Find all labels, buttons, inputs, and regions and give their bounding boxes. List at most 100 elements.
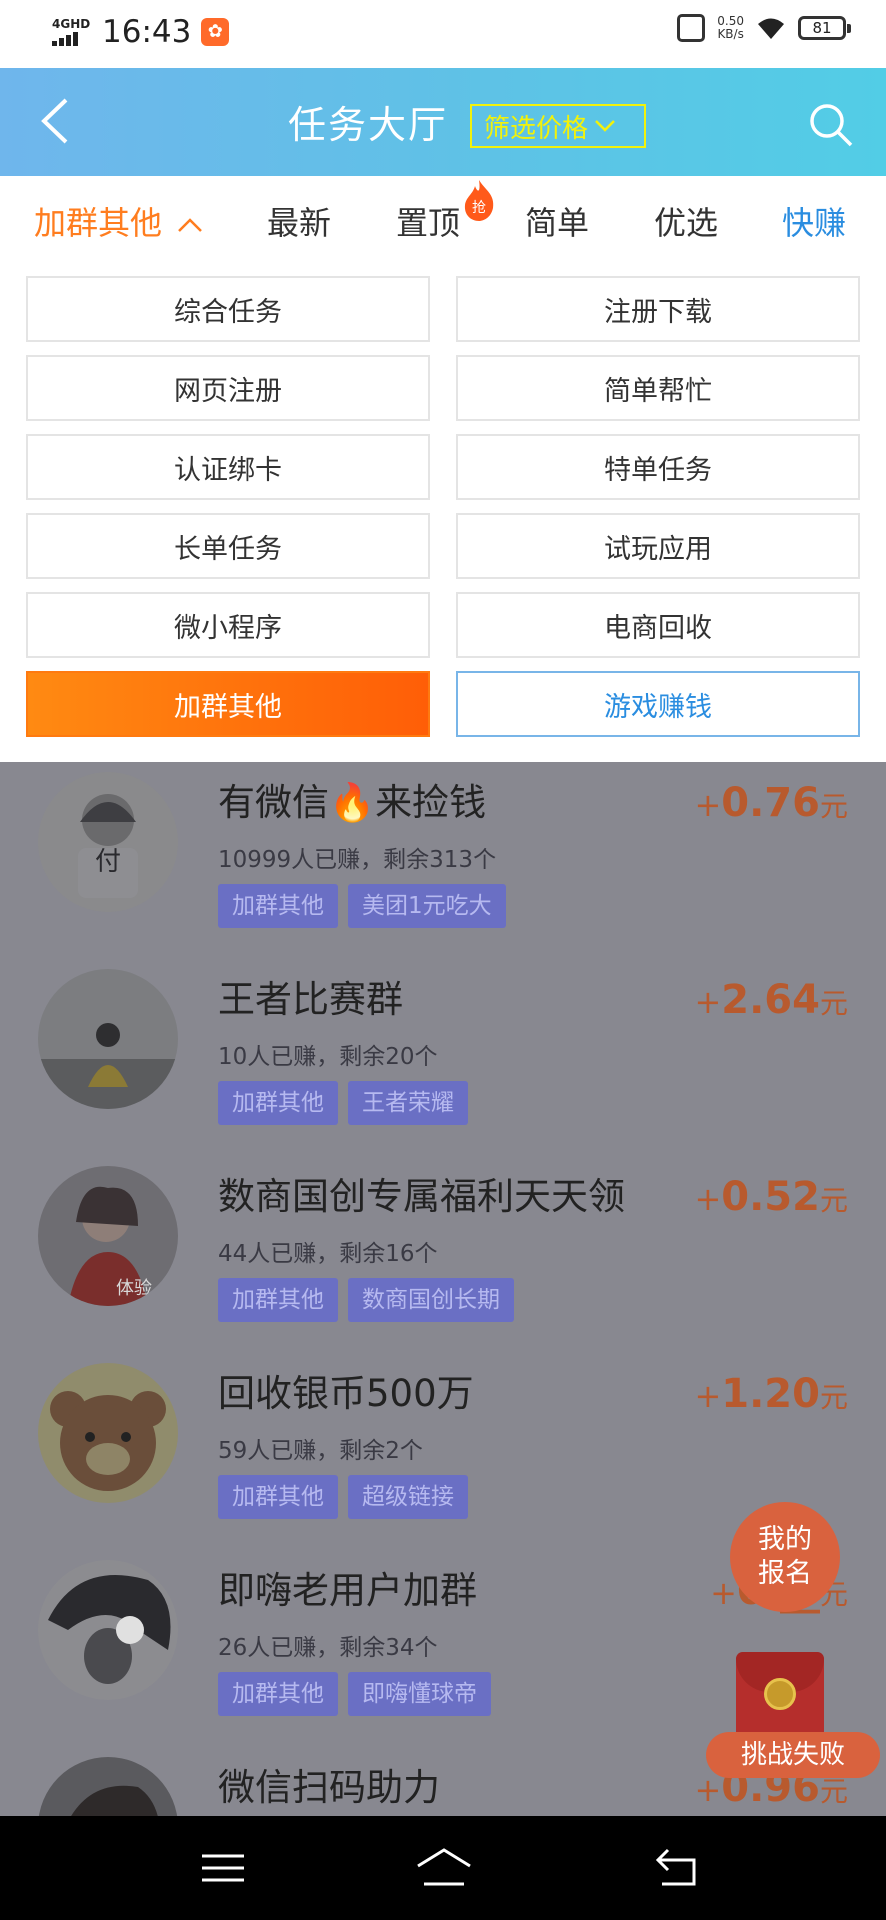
tab-pinned[interactable]: 置顶 [396,198,460,244]
battery-icon: 81 [798,16,851,40]
back-arrow-icon[interactable] [36,96,76,146]
price-sign: + [694,983,722,1021]
tab-quick-earn[interactable]: 快赚 [782,198,846,244]
task-tag: 加群其他 [218,1475,338,1519]
tab-latest[interactable]: 最新 [267,198,331,244]
task-title: 数商国创专属福利天天领 [218,1175,625,1218]
task-title: 有微信🔥来捡钱 [218,781,487,824]
category-mini-program[interactable]: 微小程序 [26,592,430,658]
task-tag: 数商国创长期 [348,1278,514,1322]
avatar [38,1363,178,1503]
task-tag: 即嗨懂球帝 [348,1672,491,1716]
hot-badge-label: 抢 [472,199,486,216]
category-panel: 综合任务 注册下载 网页注册 简单帮忙 认证绑卡 特单任务 长单任务 试玩应用 … [0,268,886,762]
category-long-task[interactable]: 长单任务 [26,513,430,579]
task-item[interactable]: 付 有微信🔥来捡钱 10999人已赚，剩余313个 加群其他 美团1元吃大 +0… [0,762,886,959]
avatar: 体验 [38,1166,178,1306]
task-price: +0.52元 [694,1174,848,1220]
system-nav-bar [0,1816,886,1920]
category-ecommerce-recycle[interactable]: 电商回收 [456,592,860,658]
tab-featured[interactable]: 优选 [654,198,718,244]
task-tag: 王者荣耀 [348,1081,468,1125]
category-general-task[interactable]: 综合任务 [26,276,430,342]
top-app-bar: 任务大厅 筛选价格 [0,68,886,176]
back-nav-icon[interactable] [652,1846,702,1890]
fire-badge-icon: 抢 [464,180,494,221]
tab-join-group-other[interactable]: 加群其他 [34,198,204,244]
price-unit: 元 [819,987,848,1020]
status-bar: 4GHD 16:43 ✿ 0.50 KB/s 81 [0,0,886,68]
task-title: 微信扫码助力 [218,1766,440,1809]
category-trial-app[interactable]: 试玩应用 [456,513,860,579]
price-amount: 0.52 [721,1174,820,1220]
category-web-register[interactable]: 网页注册 [26,355,430,421]
task-title: 回收银币500万 [218,1372,474,1415]
task-tag: 美团1元吃大 [348,884,506,928]
category-simple-help[interactable]: 简单帮忙 [456,355,860,421]
price-amount: 0.76 [721,780,820,826]
app-notification-icon: ✿ [201,18,230,46]
task-title: 即嗨老用户加群 [218,1569,477,1612]
battery-level: 81 [812,19,832,37]
challenge-red-packet-button[interactable]: 挑战失败 [706,1652,880,1782]
tab-bar: 加群其他 最新 置顶 简单 优选 快赚 [0,176,886,268]
task-stats: 44人已赚，剩余16个 [218,1241,438,1267]
category-verify-bind-card[interactable]: 认证绑卡 [26,434,430,500]
avatar [38,969,178,1109]
my-enrollment-button[interactable]: 我的 报名 [730,1502,840,1612]
task-tag: 加群其他 [218,1278,338,1322]
avatar: 付 [38,772,178,912]
chevron-down-icon [595,120,615,132]
task-tag: 加群其他 [218,1672,338,1716]
task-price: +2.64元 [694,977,848,1023]
vibrate-icon [677,14,706,42]
task-price: +0.76元 [694,780,848,826]
home-icon[interactable] [414,1846,474,1890]
avatar [38,1560,178,1700]
price-sign: + [694,1180,722,1218]
tab-label: 加群其他 [34,204,163,242]
task-stats: 26人已赚，剩余34个 [218,1635,438,1661]
price-sign: + [710,1574,737,1612]
price-sign: + [694,1377,722,1415]
signal-icon: 4GHD [52,18,92,46]
task-item[interactable]: 王者比赛群 10人已赚，剩余20个 加群其他 王者荣耀 +2.64元 [0,959,886,1156]
avatar-overlay-text: 付 [95,847,121,877]
category-join-group-other[interactable]: 加群其他 [26,671,430,737]
filter-price-label: 筛选价格 [484,113,589,144]
status-right: 0.50 KB/s 81 [677,14,851,42]
category-special-task[interactable]: 特单任务 [456,434,860,500]
task-title: 王者比赛群 [218,978,403,1021]
network-speed: 0.50 KB/s [717,15,744,41]
price-sign: + [694,786,722,824]
category-game-earn[interactable]: 游戏赚钱 [456,671,860,737]
task-tag: 加群其他 [218,1081,338,1125]
enroll-label-line1: 我的 [758,1524,812,1555]
task-tags: 加群其他 数商国创长期 [218,1278,514,1322]
price-unit: 元 [819,1184,848,1217]
task-item[interactable]: 体验 数商国创专属福利天天领 44人已赚，剩余16个 加群其他 数商国创长期 +… [0,1156,886,1353]
filter-price-button[interactable]: 筛选价格 [470,104,646,148]
chevron-up-icon [178,218,203,232]
task-tag: 加群其他 [218,884,338,928]
task-stats: 59人已赚，剩余2个 [218,1438,423,1464]
status-left: 4GHD 16:43 ✿ [52,14,230,50]
task-tags: 加群其他 美团1元吃大 [218,884,506,928]
clock: 16:43 [102,14,192,50]
task-tags: 加群其他 即嗨懂球帝 [218,1672,491,1716]
price-unit: 元 [819,790,848,823]
task-tags: 加群其他 王者荣耀 [218,1081,468,1125]
category-register-download[interactable]: 注册下载 [456,276,860,342]
page-title: 任务大厅 [288,103,449,147]
menu-icon[interactable] [198,1846,248,1890]
task-stats: 10人已赚，剩余20个 [218,1044,438,1070]
task-tags: 加群其他 超级链接 [218,1475,468,1519]
avatar [38,1757,178,1816]
network-speed-unit: KB/s [717,27,744,41]
network-type: 4GHD [52,17,91,31]
tab-simple[interactable]: 简单 [525,198,589,244]
price-amount: 2.64 [721,977,820,1023]
task-stats: 10999人已赚，剩余313个 [218,847,497,873]
search-icon[interactable] [808,102,854,148]
enroll-label-line2: 报名 [758,1558,812,1589]
